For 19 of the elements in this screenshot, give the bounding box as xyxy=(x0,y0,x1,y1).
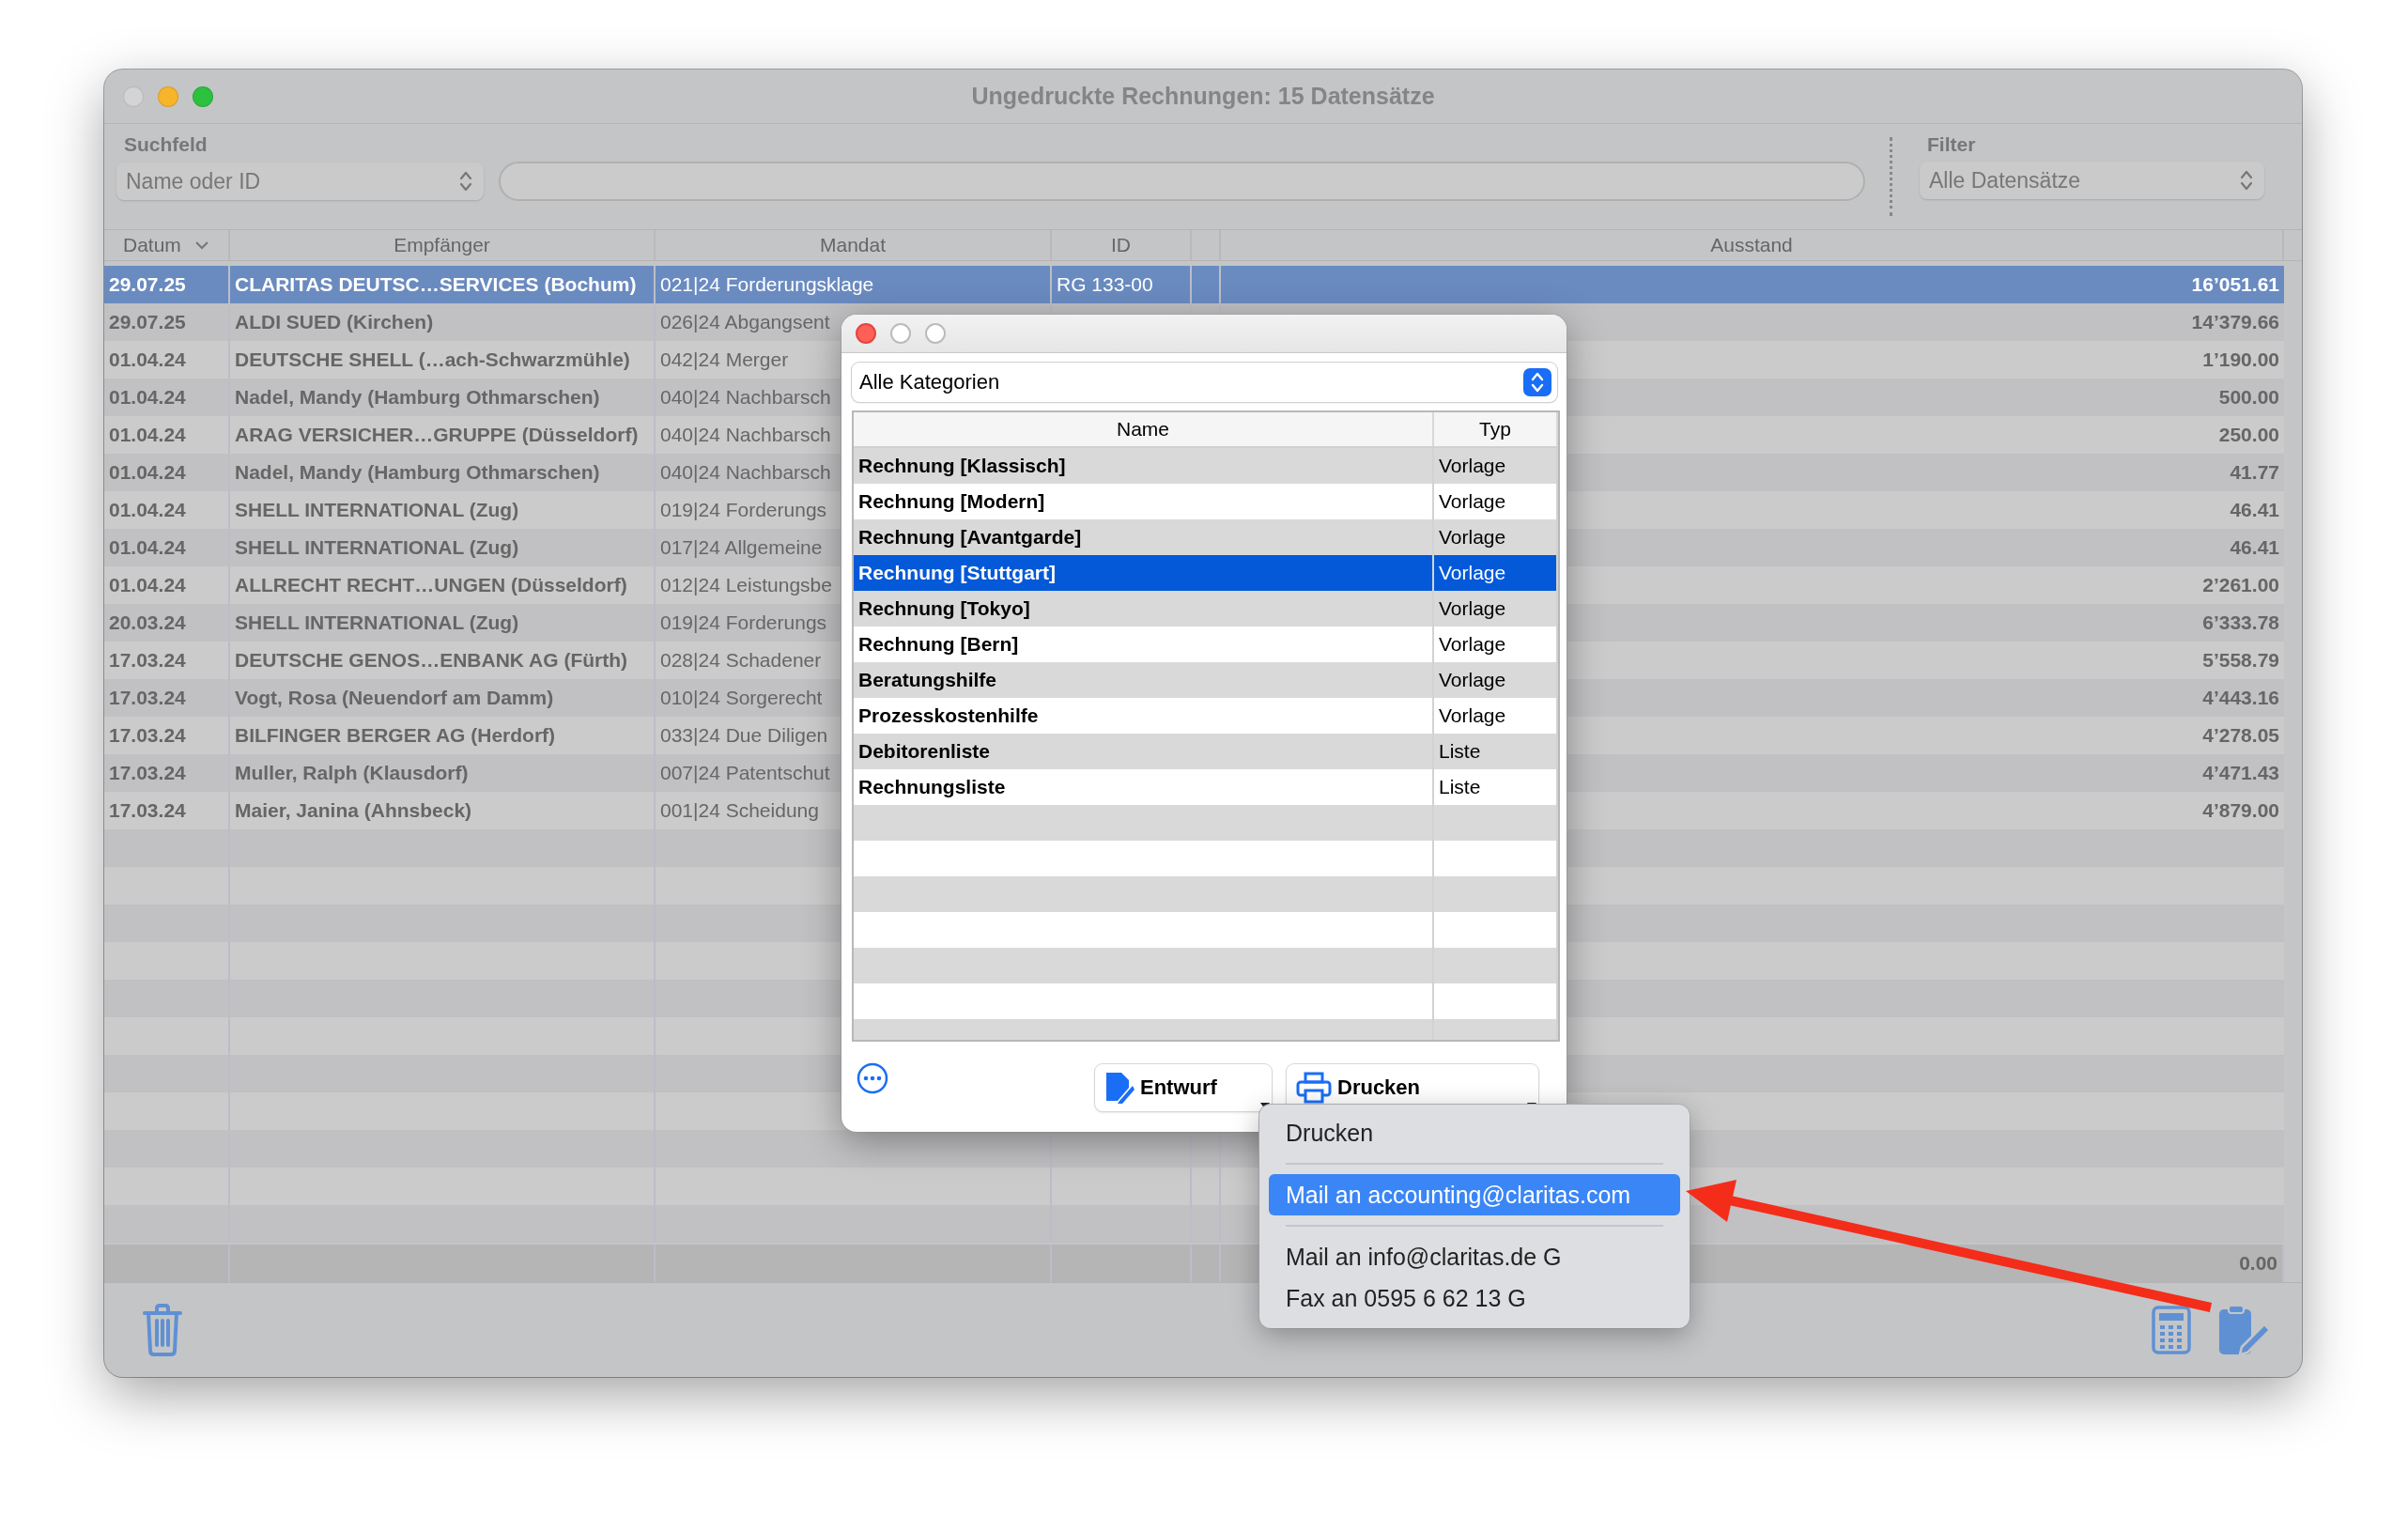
amount: 500.00 xyxy=(2218,386,2279,409)
window-title: Ungedruckte Rechnungen: 15 Datensätze xyxy=(971,83,1435,110)
amount: 6’333.78 xyxy=(2202,611,2279,634)
total-amount: 0.00 xyxy=(2239,1252,2277,1275)
amount: 4’278.05 xyxy=(2202,724,2279,747)
amount: 250.00 xyxy=(2218,424,2279,446)
filter-label: Filter xyxy=(1926,133,1977,156)
amount: 2’261.00 xyxy=(2202,574,2279,596)
amount: 5’558.79 xyxy=(2202,649,2279,672)
amount: 14’379.66 xyxy=(2191,311,2279,333)
amount: 4’443.16 xyxy=(2202,687,2279,709)
amount: 46.41 xyxy=(2230,536,2279,559)
amount: 4’879.00 xyxy=(2202,799,2279,822)
amount: 4’471.43 xyxy=(2202,762,2279,784)
search-label: Suchfeld xyxy=(123,133,208,156)
amount: 1’190.00 xyxy=(2202,348,2279,371)
amount: 46.41 xyxy=(2230,499,2279,521)
amount: 41.77 xyxy=(2230,461,2279,484)
amount: 16’051.61 xyxy=(2191,273,2279,296)
